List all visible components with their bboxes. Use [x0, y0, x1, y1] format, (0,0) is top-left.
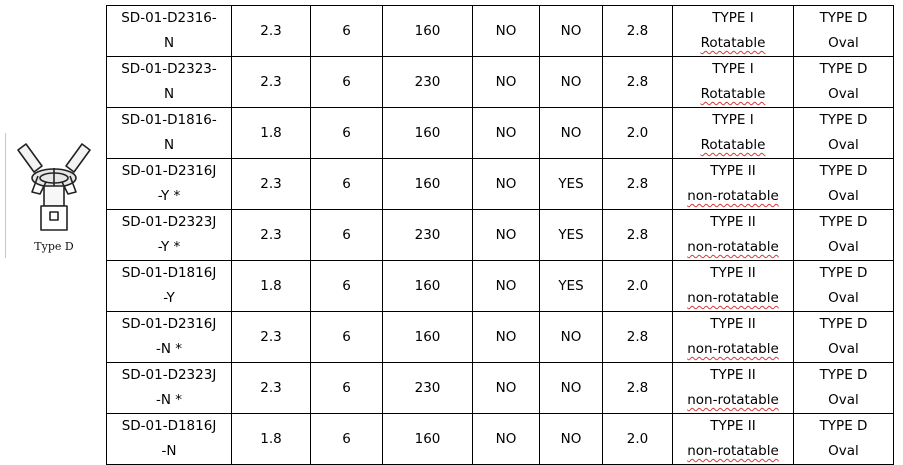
- connector-icon: [17, 143, 91, 231]
- part-number-cell: SD-01-D2323- N: [106, 56, 232, 108]
- value-cell: 2.8: [602, 311, 673, 363]
- type-cell: TYPE II non-rotatable: [672, 362, 794, 414]
- table-row: SD-01-D2323J -Y * 2.3 6 230 NO YES 2.8 TY…: [106, 209, 894, 261]
- part-number-cell: SD-01-D2316- N: [106, 5, 232, 57]
- value-cell: 1.8: [231, 260, 311, 312]
- value-cell: 6: [310, 260, 383, 312]
- value-cell: 160: [382, 413, 473, 465]
- value-cell: NO: [539, 311, 603, 363]
- part-number-cell: SD-01-D1816J -Y: [106, 260, 232, 312]
- part-number-cell: SD-01-D2316J -N *: [106, 311, 232, 363]
- value-cell: NO: [539, 5, 603, 57]
- value-cell: 1.8: [231, 413, 311, 465]
- value-cell: 2.0: [602, 260, 673, 312]
- part-number-cell: SD-01-D2323J -Y *: [106, 209, 232, 261]
- table-row: SD-01-D1816J -Y 1.8 6 160 NO YES 2.0 TYPE…: [106, 260, 894, 312]
- value-cell: 2.3: [231, 311, 311, 363]
- value-cell: NO: [472, 56, 540, 108]
- value-cell: 160: [382, 158, 473, 210]
- value-cell: 2.3: [231, 362, 311, 414]
- type-cell: TYPE II non-rotatable: [672, 413, 794, 465]
- value-cell: 6: [310, 413, 383, 465]
- value-cell: 6: [310, 5, 383, 57]
- value-cell: NO: [472, 107, 540, 159]
- value-cell: 230: [382, 209, 473, 261]
- value-cell: NO: [472, 158, 540, 210]
- style-cell: TYPE D Oval: [793, 107, 894, 159]
- value-cell: 2.8: [602, 56, 673, 108]
- value-cell: NO: [472, 260, 540, 312]
- value-cell: NO: [539, 56, 603, 108]
- value-cell: 230: [382, 362, 473, 414]
- product-image-cell: Type D: [0, 0, 106, 455]
- value-cell: NO: [539, 107, 603, 159]
- type-cell: TYPE II non-rotatable: [672, 260, 794, 312]
- style-cell: TYPE D Oval: [793, 158, 894, 210]
- value-cell: 160: [382, 311, 473, 363]
- style-cell: TYPE D Oval: [793, 260, 894, 312]
- table-row: SD-01-D2323- N 2.3 6 230 NO NO 2.8 TYPE I…: [106, 56, 894, 108]
- value-cell: 6: [310, 158, 383, 210]
- table-row: SD-01-D2323J -N * 2.3 6 230 NO NO 2.8 TYP…: [106, 362, 894, 414]
- part-number-cell: SD-01-D2316J -Y *: [106, 158, 232, 210]
- spec-table: SD-01-D2316- N 2.3 6 160 NO NO 2.8 TYPE I…: [106, 5, 894, 465]
- part-number-cell: SD-01-D1816- N: [106, 107, 232, 159]
- type-cell: TYPE I Rotatable: [672, 5, 794, 57]
- style-cell: TYPE D Oval: [793, 362, 894, 414]
- type-cell: TYPE I Rotatable: [672, 107, 794, 159]
- value-cell: 6: [310, 107, 383, 159]
- value-cell: 2.8: [602, 209, 673, 261]
- value-cell: 2.8: [602, 5, 673, 57]
- value-cell: YES: [539, 209, 603, 261]
- style-cell: TYPE D Oval: [793, 209, 894, 261]
- part-number-cell: SD-01-D1816J -N: [106, 413, 232, 465]
- table-row: SD-01-D1816- N 1.8 6 160 NO NO 2.0 TYPE I…: [106, 107, 894, 159]
- cell-divider: [5, 133, 6, 258]
- table-row: SD-01-D2316J -N * 2.3 6 160 NO NO 2.8 TYP…: [106, 311, 894, 363]
- style-cell: TYPE D Oval: [793, 311, 894, 363]
- value-cell: 1.8: [231, 107, 311, 159]
- value-cell: 6: [310, 209, 383, 261]
- value-cell: 6: [310, 311, 383, 363]
- value-cell: NO: [539, 362, 603, 414]
- value-cell: NO: [539, 413, 603, 465]
- part-number-cell: SD-01-D2323J -N *: [106, 362, 232, 414]
- value-cell: NO: [472, 5, 540, 57]
- value-cell: 2.0: [602, 107, 673, 159]
- type-cell: TYPE I Rotatable: [672, 56, 794, 108]
- value-cell: NO: [472, 362, 540, 414]
- value-cell: NO: [472, 311, 540, 363]
- style-cell: TYPE D Oval: [793, 56, 894, 108]
- style-cell: TYPE D Oval: [793, 413, 894, 465]
- table-row: SD-01-D2316J -Y * 2.3 6 160 NO YES 2.8 TY…: [106, 158, 894, 210]
- table-row: SD-01-D2316- N 2.3 6 160 NO NO 2.8 TYPE I…: [106, 5, 894, 57]
- value-cell: 160: [382, 107, 473, 159]
- value-cell: YES: [539, 158, 603, 210]
- value-cell: 230: [382, 56, 473, 108]
- value-cell: 2.8: [602, 362, 673, 414]
- value-cell: 2.8: [602, 158, 673, 210]
- style-cell: TYPE D Oval: [793, 5, 894, 57]
- value-cell: 2.3: [231, 56, 311, 108]
- type-cell: TYPE II non-rotatable: [672, 209, 794, 261]
- value-cell: 2.3: [231, 209, 311, 261]
- table-row: SD-01-D1816J -N 1.8 6 160 NO NO 2.0 TYPE …: [106, 413, 894, 465]
- value-cell: NO: [472, 413, 540, 465]
- value-cell: 2.0: [602, 413, 673, 465]
- value-cell: 160: [382, 5, 473, 57]
- value-cell: YES: [539, 260, 603, 312]
- value-cell: 6: [310, 362, 383, 414]
- value-cell: 6: [310, 56, 383, 108]
- value-cell: 160: [382, 260, 473, 312]
- type-d-connector-drawing: Type D: [14, 140, 94, 258]
- value-cell: 2.3: [231, 158, 311, 210]
- image-label: Type D: [34, 240, 74, 253]
- spec-table-body: SD-01-D2316- N 2.3 6 160 NO NO 2.8 TYPE I…: [106, 5, 894, 465]
- value-cell: NO: [472, 209, 540, 261]
- type-cell: TYPE II non-rotatable: [672, 311, 794, 363]
- type-cell: TYPE II non-rotatable: [672, 158, 794, 210]
- value-cell: 2.3: [231, 5, 311, 57]
